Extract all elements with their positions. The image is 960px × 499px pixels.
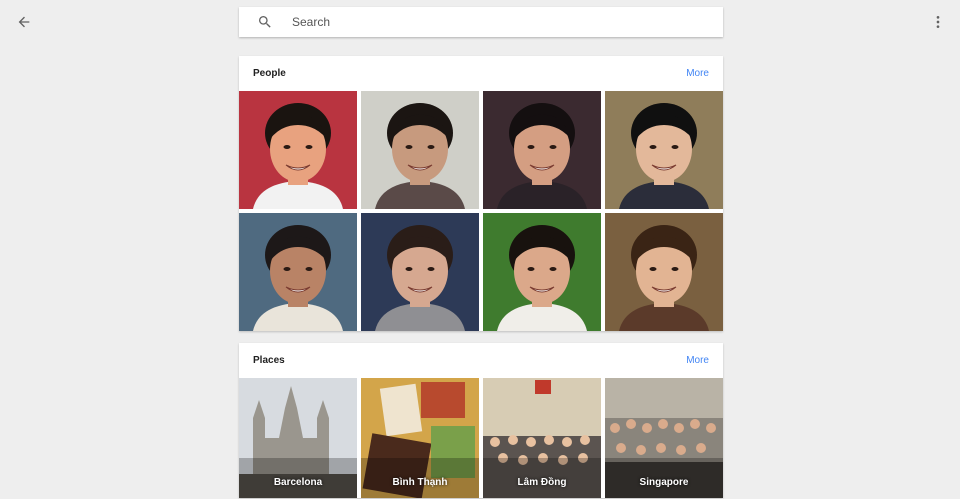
person-photo <box>605 213 723 331</box>
person-tile[interactable] <box>239 213 357 331</box>
places-grid: Barcelona Bình Thạnh Lâm Đồng Singapore <box>239 378 723 498</box>
person-tile[interactable] <box>239 91 357 209</box>
place-tile[interactable]: Lâm Đồng <box>483 378 601 498</box>
person-tile[interactable] <box>605 213 723 331</box>
places-more-link[interactable]: More <box>686 355 709 366</box>
person-photo <box>361 91 479 209</box>
more-options-button[interactable] <box>926 10 950 34</box>
back-button[interactable] <box>12 10 36 34</box>
person-photo <box>483 91 601 209</box>
search-bar[interactable] <box>239 7 723 37</box>
places-title: Places <box>253 355 285 366</box>
person-tile[interactable] <box>361 91 479 209</box>
person-tile[interactable] <box>483 213 601 331</box>
person-tile[interactable] <box>605 91 723 209</box>
places-card: Places More Barcelona Bình Thạnh Lâm Đồng S… <box>239 343 723 498</box>
person-tile[interactable] <box>361 213 479 331</box>
place-label: Bình Thạnh <box>392 477 448 488</box>
arrow-back-icon <box>18 16 30 28</box>
place-tile[interactable]: Singapore <box>605 378 723 498</box>
search-icon <box>257 14 273 30</box>
people-grid <box>239 91 723 331</box>
more-vert-icon <box>936 16 940 28</box>
person-photo <box>605 91 723 209</box>
people-card: People More <box>239 56 723 331</box>
people-more-link[interactable]: More <box>686 68 709 79</box>
people-title: People <box>253 68 286 79</box>
person-tile[interactable] <box>483 91 601 209</box>
place-label: Singapore <box>639 477 689 488</box>
person-photo <box>239 91 357 209</box>
places-card-header: Places More <box>239 343 723 378</box>
place-label: Barcelona <box>273 477 323 488</box>
place-tile[interactable]: Barcelona <box>239 378 357 498</box>
place-label: Lâm Đồng <box>517 477 567 488</box>
person-photo <box>361 213 479 331</box>
place-tile[interactable]: Bình Thạnh <box>361 378 479 498</box>
search-input[interactable] <box>292 10 692 34</box>
person-photo <box>239 213 357 331</box>
people-card-header: People More <box>239 56 723 91</box>
person-photo <box>483 213 601 331</box>
